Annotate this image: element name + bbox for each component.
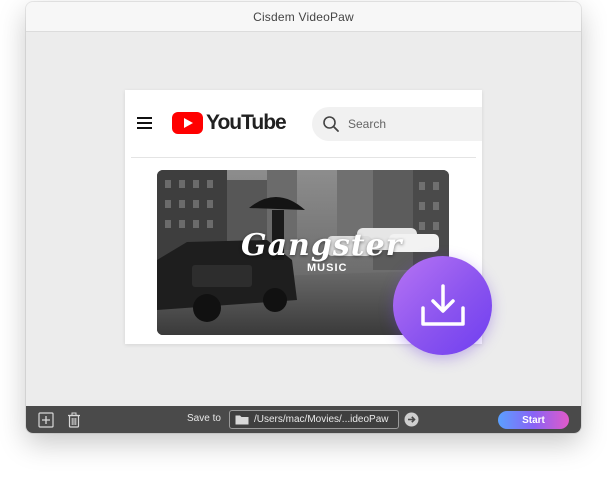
youtube-wordmark: YouTube [206,111,287,134]
search-input[interactable] [348,117,468,131]
youtube-logo[interactable]: YouTube [172,111,287,135]
window-title: Cisdem VideoPaw [26,2,581,32]
video-title: Gangster [241,228,403,263]
save-path-field[interactable]: /Users/mac/Movies/...ideoPaw [229,410,399,429]
header-divider [131,157,476,158]
youtube-header: YouTube [125,90,482,154]
youtube-play-icon [172,112,203,134]
search-icon [323,116,339,132]
download-button[interactable] [393,256,492,355]
app-window: Cisdem VideoPaw YouTube Search Gangster … [26,2,581,433]
bottom-toolbar: Save to /Users/mac/Movies/...ideoPaw Sta… [26,406,581,433]
save-path-text: /Users/mac/Movies/...ideoPaw [254,414,389,425]
search-box[interactable] [312,107,482,141]
trash-icon[interactable] [66,412,82,428]
folder-icon [235,415,249,425]
hamburger-icon[interactable] [137,117,152,129]
download-icon [420,283,465,326]
plus-icon[interactable] [38,412,54,428]
start-button[interactable]: Start [498,411,569,429]
arrow-right-circle-icon[interactable] [404,412,419,427]
save-to-label: Save to [187,413,221,424]
video-subtitle: MUSIC [307,262,348,274]
